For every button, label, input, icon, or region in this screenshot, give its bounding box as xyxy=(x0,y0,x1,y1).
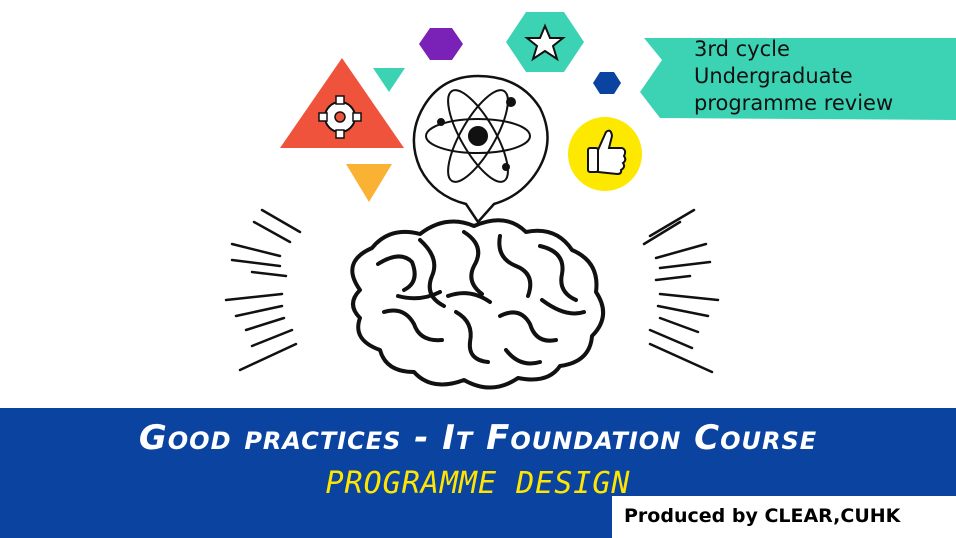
credit-text: Produced by CLEAR,CUHK xyxy=(624,505,901,527)
brain-illustration xyxy=(350,218,605,390)
title-slide: 3rd cycle Undergraduate programme review… xyxy=(0,0,956,538)
banner-text: 3rd cycle Undergraduate programme review xyxy=(694,37,894,115)
star-hexagon xyxy=(506,12,584,72)
radiate-lines-left xyxy=(224,208,302,372)
radiate-lines-right xyxy=(642,208,720,374)
atom-bubble xyxy=(412,74,549,225)
teal-triangle xyxy=(373,68,405,92)
slide-title: Good practices - It Foundation Course xyxy=(138,418,818,458)
blue-hexagon xyxy=(593,72,621,94)
purple-hexagon xyxy=(419,28,463,60)
thumbs-up-badge xyxy=(568,117,642,191)
orange-triangle xyxy=(346,164,392,202)
